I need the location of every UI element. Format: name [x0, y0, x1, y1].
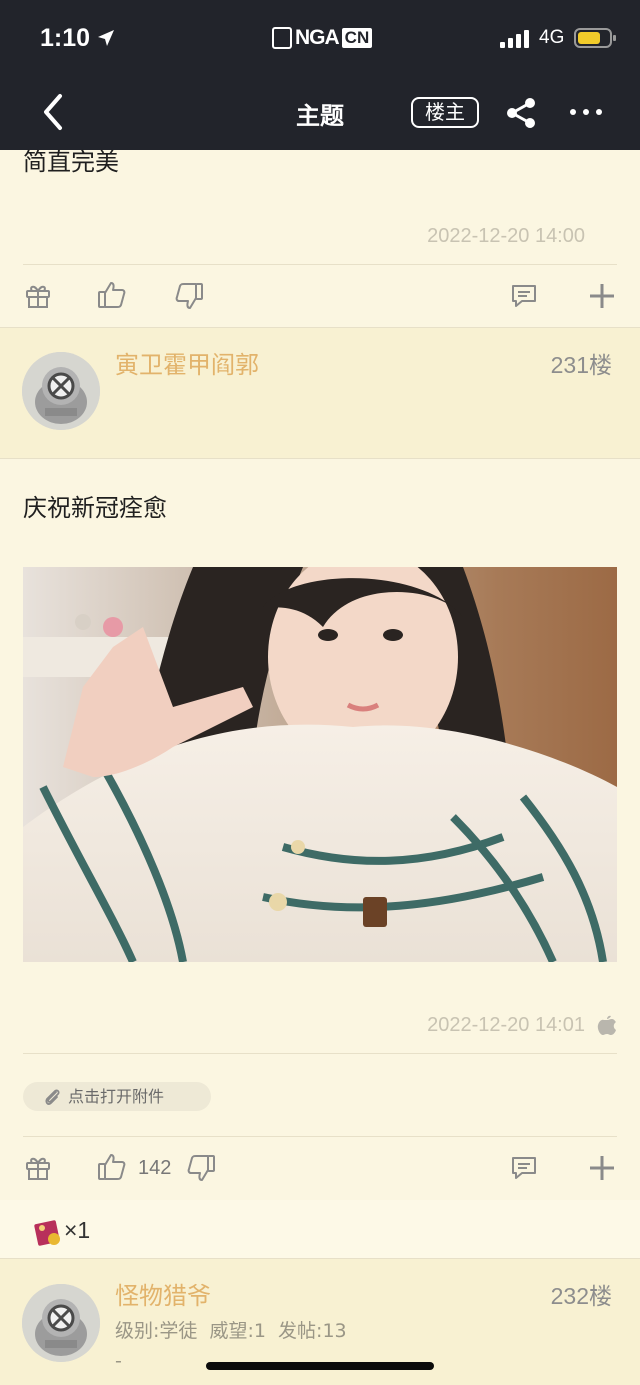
plus-icon[interactable] [588, 282, 616, 310]
gift-icon[interactable] [24, 1153, 52, 1181]
avatar[interactable] [22, 352, 100, 430]
share-icon[interactable] [503, 96, 539, 130]
paw-icon [272, 27, 292, 49]
divider [23, 1136, 617, 1137]
divider [23, 264, 617, 265]
floor-number: 231楼 [550, 352, 612, 378]
only-op-button[interactable]: 楼主 [411, 97, 479, 128]
more-icon[interactable] [568, 100, 604, 124]
previous-post-text: 简直完美 [23, 148, 119, 176]
post-timestamp: 2022-12-20 14:01 [427, 1014, 585, 1036]
divider [0, 458, 640, 459]
user-signature: - [115, 1350, 122, 1372]
divider [23, 1053, 617, 1054]
location-arrow-icon [97, 29, 115, 47]
username[interactable]: 寅卫霍甲阎郭 [115, 345, 259, 380]
paperclip-icon [43, 1087, 61, 1107]
page-title: 主题 [296, 102, 344, 130]
nga-logo: NGA CN [272, 26, 373, 50]
previous-post-timestamp: 2022-12-20 14:00 [427, 225, 585, 247]
apple-icon [597, 1014, 617, 1036]
post-image[interactable] [23, 567, 617, 962]
floor-number: 232楼 [550, 1283, 612, 1309]
signal-icon [500, 30, 532, 48]
username[interactable]: 怪物猎爷 [115, 1276, 211, 1311]
status-time: 1:10 [40, 24, 91, 52]
plus-icon[interactable] [588, 1154, 616, 1182]
home-indicator[interactable] [206, 1362, 434, 1370]
post-text: 庆祝新冠痊愈 [23, 494, 167, 522]
like-count: 142 [138, 1157, 172, 1179]
attachment-label: 点击打开附件 [68, 1087, 165, 1106]
battery-icon [574, 28, 616, 48]
reward-icon[interactable] [32, 1216, 64, 1248]
reward-strip [0, 1200, 640, 1258]
network-type: 4G [539, 27, 565, 48]
status-bar: 1:10 NGA CN 4G [0, 0, 640, 78]
thumbs-down-icon[interactable] [186, 1153, 216, 1183]
thumbs-up-icon[interactable] [97, 1152, 127, 1182]
attachment-button[interactable]: 点击打开附件 [23, 1082, 211, 1111]
gift-icon[interactable] [24, 281, 52, 309]
comment-icon[interactable] [510, 1155, 538, 1181]
thumbs-up-icon[interactable] [97, 280, 127, 310]
avatar[interactable] [22, 1284, 100, 1362]
user-meta: 级别:学徒 威望:1 发帖:13 [115, 1320, 347, 1342]
thumbs-down-icon[interactable] [174, 281, 204, 311]
top-bar: 1:10 NGA CN 4G 主题 楼主 [0, 0, 640, 150]
reward-count: ×1 [64, 1217, 91, 1243]
comment-icon[interactable] [510, 283, 538, 309]
